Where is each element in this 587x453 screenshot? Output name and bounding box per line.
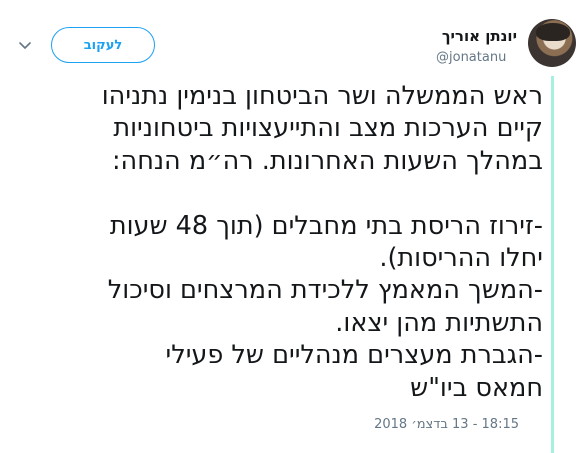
avatar-hair xyxy=(536,23,570,41)
thread-rail xyxy=(551,76,554,453)
tweet-card: יונתן אוריך @jonatanu לעקוב ראש הממשלה ו… xyxy=(0,0,587,453)
follow-button[interactable]: לעקוב xyxy=(51,27,155,63)
author-handle[interactable]: @jonatanu xyxy=(436,50,506,65)
tweet-text: ראש הממשלה ושר הביטחון בנימין נתניהו קיי… xyxy=(101,81,543,403)
avatar[interactable] xyxy=(528,19,576,67)
author-display-name[interactable]: יונתן אוריך xyxy=(442,27,517,45)
tweet-timestamp[interactable]: 18:15 - 13 בדצמ׳ 2018 xyxy=(374,417,519,432)
chevron-down-icon[interactable] xyxy=(18,38,32,52)
